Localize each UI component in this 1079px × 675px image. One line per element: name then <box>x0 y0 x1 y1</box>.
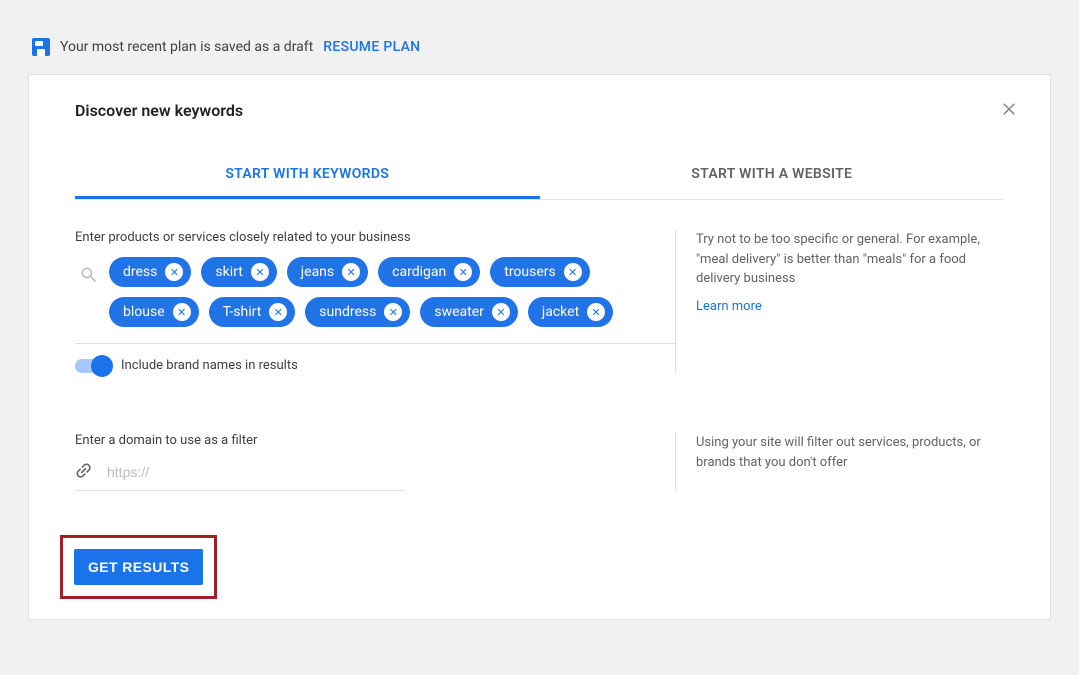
chip-label: dress <box>123 264 157 280</box>
chip-label: sundress <box>319 304 376 320</box>
chip-label: jacket <box>542 304 579 320</box>
chip-remove-icon[interactable]: ✕ <box>342 263 360 281</box>
chip-remove-icon[interactable]: ✕ <box>165 263 183 281</box>
card-title: Discover new keywords <box>75 101 1004 120</box>
draft-banner: Your most recent plan is saved as a draf… <box>0 0 1079 74</box>
keyword-chip: jeans ✕ <box>287 257 368 287</box>
draft-text: Your most recent plan is saved as a draf… <box>60 39 313 55</box>
search-icon <box>75 257 99 289</box>
chip-remove-icon[interactable]: ✕ <box>251 263 269 281</box>
tab-start-with-website[interactable]: START WITH A WEBSITE <box>540 152 1005 199</box>
tab-start-with-keywords[interactable]: START WITH KEYWORDS <box>75 152 540 199</box>
keyword-chip: blouse ✕ <box>109 297 199 327</box>
chips-container: dress✕skirt✕jeans✕cardigan✕trousers✕blou… <box>109 257 675 327</box>
save-icon <box>32 38 50 56</box>
include-brand-names-toggle[interactable] <box>75 359 109 373</box>
keywords-hint-text: Try not to be too specific or general. F… <box>696 230 994 289</box>
chip-label: skirt <box>215 264 242 280</box>
get-results-button[interactable]: GET RESULTS <box>74 549 203 585</box>
keyword-chip: dress ✕ <box>109 257 191 287</box>
keyword-chip: T-shirt ✕ <box>209 297 296 327</box>
keyword-chip: sundress ✕ <box>305 297 410 327</box>
keyword-chip: trousers ✕ <box>490 257 590 287</box>
domain-hint-text: Using your site will filter out services… <box>696 433 994 472</box>
chip-remove-icon[interactable]: ✕ <box>269 303 287 321</box>
chip-label: trousers <box>504 264 556 280</box>
keywords-section-label: Enter products or services closely relat… <box>75 230 675 245</box>
chip-label: sweater <box>434 304 484 320</box>
chip-remove-icon[interactable]: ✕ <box>587 303 605 321</box>
chip-label: blouse <box>123 304 165 320</box>
chip-remove-icon[interactable]: ✕ <box>564 263 582 281</box>
keyword-chip: skirt ✕ <box>201 257 276 287</box>
discover-keywords-card: Discover new keywords START WITH KEYWORD… <box>28 74 1051 620</box>
keyword-chip: sweater ✕ <box>420 297 518 327</box>
close-icon[interactable] <box>1000 99 1018 121</box>
toggle-label: Include brand names in results <box>121 358 298 373</box>
learn-more-link[interactable]: Learn more <box>696 299 762 314</box>
get-results-highlight: GET RESULTS <box>60 535 217 599</box>
keyword-chip: cardigan ✕ <box>378 257 480 287</box>
chip-remove-icon[interactable]: ✕ <box>492 303 510 321</box>
chip-label: jeans <box>301 264 334 280</box>
domain-filter-input[interactable] <box>107 464 405 480</box>
chip-label: cardigan <box>392 264 446 280</box>
keyword-chip: jacket ✕ <box>528 297 613 327</box>
chip-remove-icon[interactable]: ✕ <box>384 303 402 321</box>
domain-section-label: Enter a domain to use as a filter <box>75 433 675 448</box>
resume-plan-link[interactable]: RESUME PLAN <box>323 39 420 55</box>
tabs: START WITH KEYWORDS START WITH A WEBSITE <box>75 152 1004 200</box>
chip-label: T-shirt <box>223 304 262 320</box>
chip-remove-icon[interactable]: ✕ <box>454 263 472 281</box>
keyword-chip-area[interactable]: dress✕skirt✕jeans✕cardigan✕trousers✕blou… <box>75 257 675 344</box>
chip-remove-icon[interactable]: ✕ <box>173 303 191 321</box>
link-icon <box>69 456 100 487</box>
